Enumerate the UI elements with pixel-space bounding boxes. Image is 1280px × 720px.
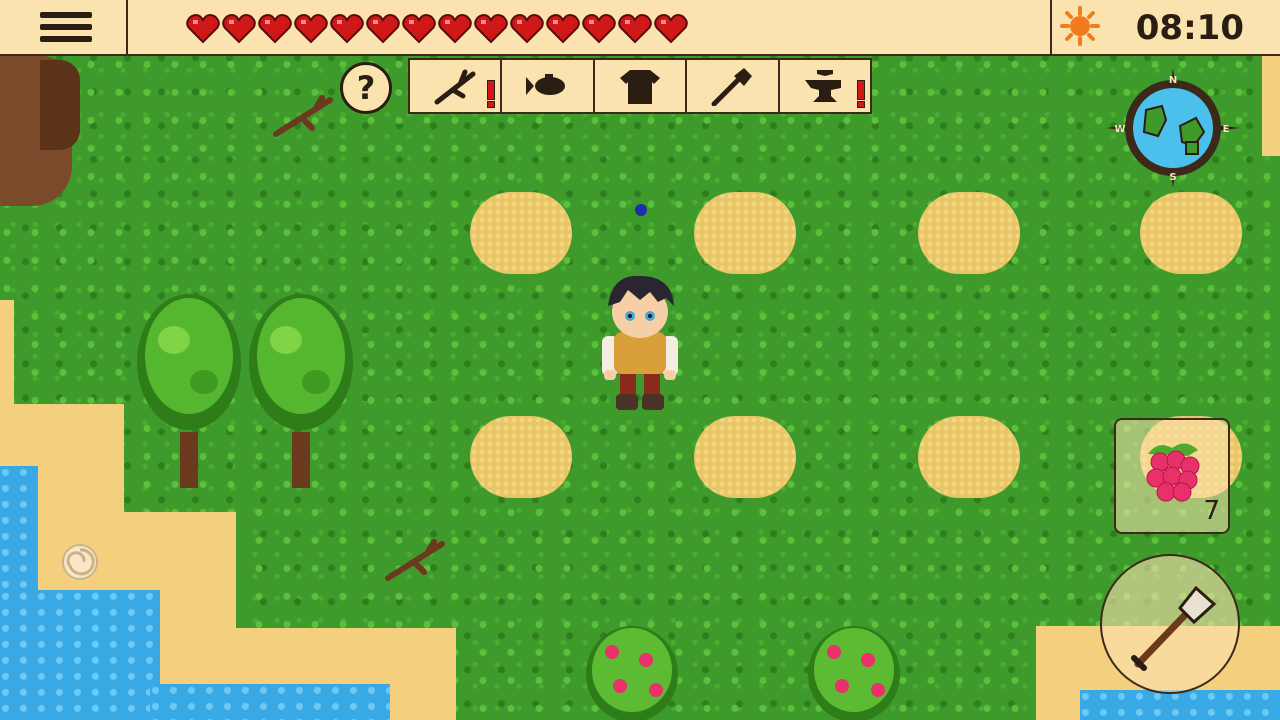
heart-icon xyxy=(618,14,652,44)
sand-strip-left xyxy=(0,300,14,410)
dirt-plot[interactable] xyxy=(470,192,572,274)
craft-tab-clothing[interactable] xyxy=(595,60,688,112)
sea-bottom xyxy=(150,684,390,720)
raspberry-icon xyxy=(1146,443,1200,502)
heart-icon xyxy=(186,14,220,44)
shell-item[interactable] xyxy=(60,542,100,582)
time-panel: 08:10 xyxy=(1050,0,1280,54)
heart-icon xyxy=(438,14,472,44)
tree[interactable] xyxy=(246,292,356,492)
player-character[interactable] xyxy=(596,272,684,418)
heart-icon xyxy=(582,14,616,44)
compass-north: N xyxy=(1169,75,1177,86)
dirt-plot[interactable] xyxy=(470,416,572,498)
item-count: 7 xyxy=(1203,496,1220,526)
heart-icon xyxy=(654,14,688,44)
heart-icon xyxy=(366,14,400,44)
heart-icon xyxy=(258,14,292,44)
dirt-plot[interactable] xyxy=(694,416,796,498)
heart-icon xyxy=(474,14,508,44)
fish-icon xyxy=(525,74,565,95)
heart-icon xyxy=(510,14,544,44)
menu-button[interactable] xyxy=(0,0,128,54)
quick-item-slot[interactable]: 7 xyxy=(1114,418,1230,534)
heart-icon xyxy=(402,14,436,44)
craft-tab-branch[interactable] xyxy=(410,60,503,112)
tree[interactable] xyxy=(134,292,244,492)
craft-tab-anvil[interactable] xyxy=(780,60,870,112)
heart-icon xyxy=(294,14,328,44)
heart-icon xyxy=(222,14,256,44)
minimap-compass[interactable]: N E S W xyxy=(1104,66,1242,190)
shirt-icon xyxy=(620,70,661,104)
compass-south: S xyxy=(1169,172,1176,183)
hud-top-bar: 08:10 xyxy=(0,0,1280,56)
game-view[interactable]: 08:10 ? N E S W 7 xyxy=(0,0,1280,720)
target-marker xyxy=(635,204,647,216)
heart-icon xyxy=(546,14,580,44)
help-button[interactable]: ? xyxy=(340,62,392,114)
stick-item[interactable] xyxy=(384,538,448,584)
shovel-icon xyxy=(711,68,753,106)
dirt-plot[interactable] xyxy=(694,192,796,274)
sea-left-wide xyxy=(0,590,160,720)
crafting-bar xyxy=(408,58,872,114)
compass-east: E xyxy=(1223,124,1230,135)
stick-item[interactable] xyxy=(272,94,336,140)
dirt-plot[interactable] xyxy=(1140,192,1242,274)
heart-icon xyxy=(330,14,364,44)
anvil-icon xyxy=(804,70,841,102)
sea-right xyxy=(1080,690,1280,720)
compass-west: W xyxy=(1114,124,1125,135)
cliff-rock-edge xyxy=(40,60,80,150)
berry-bush[interactable] xyxy=(806,620,902,720)
dirt-plot[interactable] xyxy=(918,416,1020,498)
craft-tab-tools[interactable] xyxy=(687,60,780,112)
game-clock: 08:10 xyxy=(1135,8,1244,48)
alert-icon xyxy=(856,80,866,108)
sand-strip-top-right xyxy=(1262,56,1280,156)
use-tool-button[interactable] xyxy=(1100,554,1240,694)
branch-icon xyxy=(434,69,476,105)
dirt-plot[interactable] xyxy=(918,192,1020,274)
sun-icon xyxy=(1060,6,1100,46)
shovel-icon xyxy=(1131,585,1217,671)
alert-icon xyxy=(486,80,496,108)
health-bar xyxy=(186,14,688,44)
craft-tab-fish[interactable] xyxy=(502,60,595,112)
berry-bush[interactable] xyxy=(584,620,680,720)
